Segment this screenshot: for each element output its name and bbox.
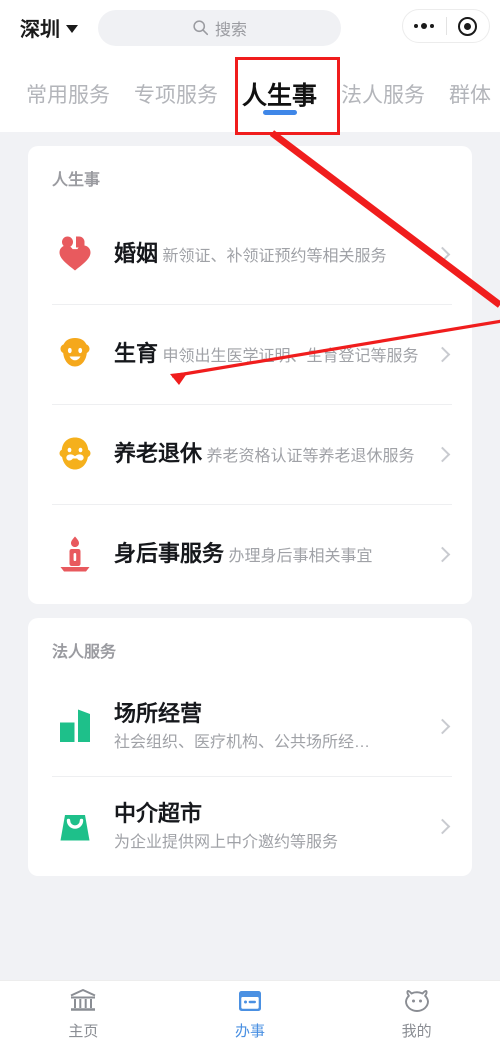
tabbar-label: 主页 <box>68 1022 99 1040</box>
chevron-right-icon <box>434 546 451 562</box>
tab-3[interactable]: 法人服务 <box>329 55 437 132</box>
section-title: 人生事 <box>52 172 101 189</box>
list-item-subtitle: 社会组织、医疗机构、公共场所经… <box>114 733 371 751</box>
section-title: 法人服务 <box>52 644 117 661</box>
tabbar-item-services[interactable]: 办事 <box>167 981 334 1045</box>
list-item[interactable]: 中介超市 为企业提供网上中介邀约等服务 <box>28 776 472 876</box>
building-bars-icon <box>52 703 98 749</box>
wechat-capsule <box>402 9 490 43</box>
search-icon <box>193 20 209 36</box>
list-item-title: 身后事服务 <box>114 541 225 567</box>
list-item[interactable]: 身后事服务 办理身后事相关事宜 <box>28 504 472 604</box>
baby-face-icon <box>52 331 98 377</box>
city-label: 深圳 <box>20 19 60 41</box>
list-item[interactable]: 养老退休 养老资格认证等养老退休服务 <box>28 404 472 504</box>
bottom-tab-bar: 主页 办事 我的 <box>0 980 500 1045</box>
tab-4[interactable]: 群体 <box>437 55 500 132</box>
list-item[interactable]: 婚姻 新领证、补领证预约等相关服务 <box>28 204 472 304</box>
app-header: 深圳 搜索 <box>0 0 500 55</box>
elder-face-icon <box>52 431 98 477</box>
list-item-title: 场所经营 <box>114 701 203 727</box>
target-circle-icon <box>458 16 478 36</box>
list-item-text: 婚姻 新领证、补领证预约等相关服务 <box>114 240 427 268</box>
list-item-text: 中介超市 为企业提供网上中介邀约等服务 <box>114 800 427 852</box>
tab-label: 专项服务 <box>134 83 218 107</box>
list-item[interactable]: 生育 申领出生医学证明、生育登记等服务 <box>28 304 472 404</box>
section-card-1: 法人服务 场所经营 社会组织、医疗机构、公共场所经… 中介超市 为企业提供网上中… <box>28 618 472 876</box>
list-item[interactable]: 场所经营 社会组织、医疗机构、公共场所经… <box>28 676 472 776</box>
search-input[interactable]: 搜索 <box>98 9 341 46</box>
candle-icon <box>52 531 98 577</box>
list-item-title: 生育 <box>114 341 159 367</box>
list-item-subtitle: 养老资格认证等养老退休服务 <box>206 448 415 466</box>
chevron-right-icon <box>434 718 451 734</box>
chevron-right-icon <box>434 346 451 362</box>
tabbar-label: 我的 <box>401 1022 432 1040</box>
government-building-icon <box>70 988 96 1011</box>
chevron-right-icon <box>434 818 451 834</box>
list-item-text: 身后事服务 办理身后事相关事宜 <box>114 540 427 568</box>
city-selector[interactable]: 深圳 <box>20 13 78 42</box>
close-program-button[interactable] <box>447 10 490 42</box>
chevron-right-icon <box>434 246 451 262</box>
more-dots-icon <box>414 23 435 29</box>
more-menu-button[interactable] <box>403 10 446 42</box>
list-item-title: 婚姻 <box>114 241 159 267</box>
list-item-text: 养老退休 养老资格认证等养老退休服务 <box>114 440 427 468</box>
list-item-title: 养老退休 <box>114 441 203 467</box>
list-item-text: 场所经营 社会组织、医疗机构、公共场所经… <box>114 700 427 752</box>
chevron-down-icon <box>66 25 78 33</box>
tab-label: 群体 <box>449 83 492 107</box>
list-item-subtitle: 申领出生医学证明、生育登记等服务 <box>162 348 419 366</box>
search-placeholder: 搜索 <box>214 21 247 39</box>
tab-0[interactable]: 常用服务 <box>14 55 122 132</box>
mini-program-screen: 深圳 搜索 常用服务 专项服务 人生事 法人服务 群体 人生事 婚姻 新领证、补… <box>0 0 500 1045</box>
tab-1[interactable]: 专项服务 <box>122 55 230 132</box>
annotation-highlight-box <box>235 57 340 135</box>
tabbar-item-mine[interactable]: 我的 <box>333 981 500 1045</box>
couple-heart-icon <box>52 231 98 277</box>
user-face-icon <box>404 989 429 1012</box>
tabbar-label: 办事 <box>235 1022 266 1040</box>
content-area: 人生事 婚姻 新领证、补领证预约等相关服务 生育 申领出生医学证明、生育登记等服… <box>0 146 500 876</box>
list-item-subtitle: 为企业提供网上中介邀约等服务 <box>114 833 339 851</box>
list-item-subtitle: 办理身后事相关事宜 <box>228 548 373 566</box>
section-card-0: 人生事 婚姻 新领证、补领证预约等相关服务 生育 申领出生医学证明、生育登记等服… <box>28 146 472 604</box>
calendar-card-icon <box>239 990 261 1011</box>
tab-label: 法人服务 <box>341 83 426 107</box>
shopping-bag-icon <box>52 803 98 849</box>
tabbar-item-home[interactable]: 主页 <box>0 981 167 1045</box>
chevron-right-icon <box>434 446 451 462</box>
list-item-text: 生育 申领出生医学证明、生育登记等服务 <box>114 340 427 368</box>
list-item-title: 中介超市 <box>114 801 203 827</box>
tab-label: 常用服务 <box>26 83 110 107</box>
list-item-subtitle: 新领证、补领证预约等相关服务 <box>162 248 387 266</box>
